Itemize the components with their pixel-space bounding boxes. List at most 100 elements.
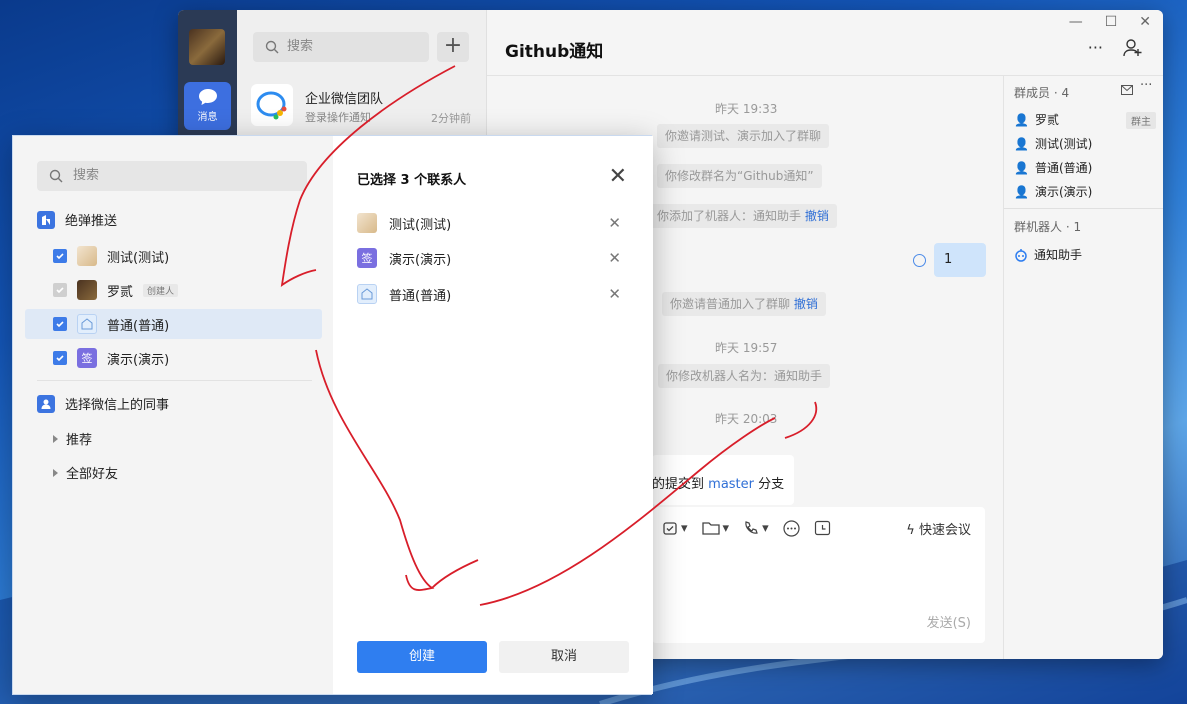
- branch-name: master: [708, 477, 754, 492]
- selected-panel: 已选择 3 个联系人 ✕ 测试(测试) ✕ 签 演示(演示) ✕ 普通(普通) …: [333, 136, 653, 694]
- member-name: 普通(普通): [1034, 161, 1093, 175]
- person-icon: 👤: [1014, 136, 1029, 151]
- message-composer[interactable]: ▾ ▾ ▾ ϟ 快速会议 发送(S): [652, 507, 985, 643]
- selected-name: 普通(普通): [389, 288, 452, 304]
- caret-right-icon: [53, 468, 58, 477]
- selected-item: 测试(测试) ✕: [357, 213, 627, 233]
- create-group-dialog: 搜索 绝弹推送 测试(测试) 罗贰 创建人 普通(普通) 签 演示(演示) 选择…: [12, 135, 653, 695]
- robot-item[interactable]: 通知助手: [1014, 246, 1082, 263]
- chat-header: Github通知: [487, 10, 1163, 76]
- member-name: 演示(演示): [1034, 185, 1093, 199]
- house-doodle-icon: [81, 318, 93, 330]
- contact-avatar: [77, 246, 97, 266]
- member-item[interactable]: 👤 罗贰: [1014, 111, 1059, 128]
- department-item[interactable]: 绝弹推送: [37, 210, 117, 229]
- my-message[interactable]: 1: [934, 243, 986, 277]
- add-member-icon[interactable]: [1123, 38, 1143, 58]
- tree-recommended[interactable]: 推荐: [53, 429, 92, 448]
- contact-avatar: [357, 213, 377, 233]
- conversation-time: 2分钟前: [431, 112, 471, 125]
- commit-card-message[interactable]: 的提交到 master 分支: [652, 455, 794, 505]
- caret-right-icon: [53, 434, 58, 443]
- selected-item: 普通(普通) ✕: [357, 284, 627, 304]
- member-more-icon[interactable]: ···: [1140, 78, 1152, 93]
- wechat-colleagues-label: 选择微信上的同事: [65, 398, 170, 413]
- time-label: 昨天 19:57: [715, 341, 778, 355]
- contact-picker: 搜索 绝弹推送 测试(测试) 罗贰 创建人 普通(普通) 签 演示(演示) 选择…: [13, 136, 333, 694]
- selected-name: 演示(演示): [389, 252, 452, 268]
- conversation-item[interactable]: 企业微信团队 登录操作通知 2分钟前: [237, 80, 487, 140]
- conversation-search-input[interactable]: 搜索: [253, 32, 429, 62]
- undo-link[interactable]: 撤销: [805, 209, 829, 223]
- mail-icon[interactable]: [1121, 85, 1133, 95]
- contact-name: 测试(测试): [107, 250, 170, 266]
- person-icon: 👤: [1014, 160, 1029, 175]
- system-message-text: 你邀请普通加入了群聊: [670, 297, 791, 311]
- robot-name: 通知助手: [1034, 248, 1083, 262]
- user-avatar[interactable]: [189, 29, 225, 65]
- more-tool[interactable]: [782, 519, 800, 537]
- conversation-name: 企业微信团队: [305, 92, 384, 107]
- window-controls: — ☐ ✕: [1069, 14, 1151, 30]
- time-label: 昨天 20:03: [715, 412, 778, 426]
- selected-item: 签 演示(演示) ✕: [357, 248, 627, 268]
- maximize-icon[interactable]: ☐: [1105, 14, 1118, 30]
- member-name: 测试(测试): [1034, 137, 1093, 151]
- remove-icon[interactable]: ✕: [608, 285, 621, 303]
- house-doodle-icon: [361, 288, 373, 300]
- owner-badge: 群主: [1126, 112, 1156, 129]
- members-header: 群成员 · 4: [1014, 86, 1070, 100]
- cancel-button[interactable]: 取消: [499, 641, 629, 673]
- composer-toolbar: ▾ ▾ ▾: [662, 517, 831, 539]
- search-placeholder: 搜索: [73, 168, 100, 183]
- divider: [1004, 208, 1163, 209]
- close-window-icon[interactable]: ✕: [1139, 14, 1151, 30]
- contact-row[interactable]: 普通(普通): [25, 309, 322, 339]
- chat-header-actions: ···: [1088, 38, 1143, 58]
- file-tool[interactable]: ▾: [701, 520, 729, 536]
- member-item[interactable]: 👤 普通(普通): [1014, 159, 1092, 176]
- checkbox-disabled: [53, 283, 67, 297]
- chat-bubble-icon: [198, 89, 217, 105]
- contact-row[interactable]: 签 演示(演示): [25, 343, 322, 373]
- system-message: 你添加了机器人：通知助手 撤销: [649, 204, 837, 228]
- checkbox-checked[interactable]: [53, 249, 67, 263]
- minimize-icon[interactable]: —: [1069, 14, 1083, 30]
- contact-avatar: [77, 280, 97, 300]
- close-icon[interactable]: ✕: [609, 166, 627, 188]
- add-button[interactable]: +: [437, 32, 469, 62]
- checkbox-calendar-icon: [663, 522, 677, 535]
- contact-avatar: 签: [357, 248, 377, 268]
- call-tool[interactable]: ▾: [743, 520, 769, 536]
- contact-row[interactable]: 测试(测试): [25, 241, 322, 271]
- contact-name: 演示(演示): [107, 352, 170, 368]
- contact-search-input[interactable]: 搜索: [37, 161, 307, 191]
- checkbox-checked[interactable]: [53, 317, 67, 331]
- remove-icon[interactable]: ✕: [608, 214, 621, 232]
- todo-tool[interactable]: ▾: [662, 520, 688, 536]
- tree-all-friends[interactable]: 全部好友: [53, 463, 118, 482]
- member-name: 罗贰: [1034, 113, 1059, 127]
- lightning-icon: ϟ: [906, 523, 915, 538]
- card-text-suffix: 分支: [758, 477, 785, 492]
- contact-name: 罗贰: [107, 284, 134, 300]
- contact-row: 罗贰 创建人: [25, 275, 322, 305]
- nav-messages[interactable]: 消息: [184, 82, 231, 130]
- remove-icon[interactable]: ✕: [608, 249, 621, 267]
- send-button[interactable]: 发送(S): [927, 612, 971, 631]
- wechat-colleagues-item[interactable]: 选择微信上的同事: [37, 394, 169, 413]
- undo-link[interactable]: 撤销: [794, 297, 818, 311]
- more-options-icon[interactable]: ···: [1088, 38, 1103, 58]
- system-message: 你邀请测试、演示加入了群聊: [657, 124, 830, 148]
- tree-label: 推荐: [66, 433, 93, 448]
- checkbox-checked[interactable]: [53, 351, 67, 365]
- person-icon: [37, 394, 55, 413]
- member-item[interactable]: 👤 演示(演示): [1014, 183, 1092, 200]
- system-message: 你修改机器人名为：通知助手: [658, 364, 831, 388]
- creator-badge: 创建人: [143, 283, 179, 297]
- schedule-tool[interactable]: [814, 520, 831, 537]
- create-button[interactable]: 创建: [357, 641, 487, 673]
- member-item[interactable]: 👤 测试(测试): [1014, 135, 1092, 152]
- quick-meeting-button[interactable]: ϟ 快速会议: [906, 519, 971, 538]
- quick-meeting-label: 快速会议: [918, 523, 971, 538]
